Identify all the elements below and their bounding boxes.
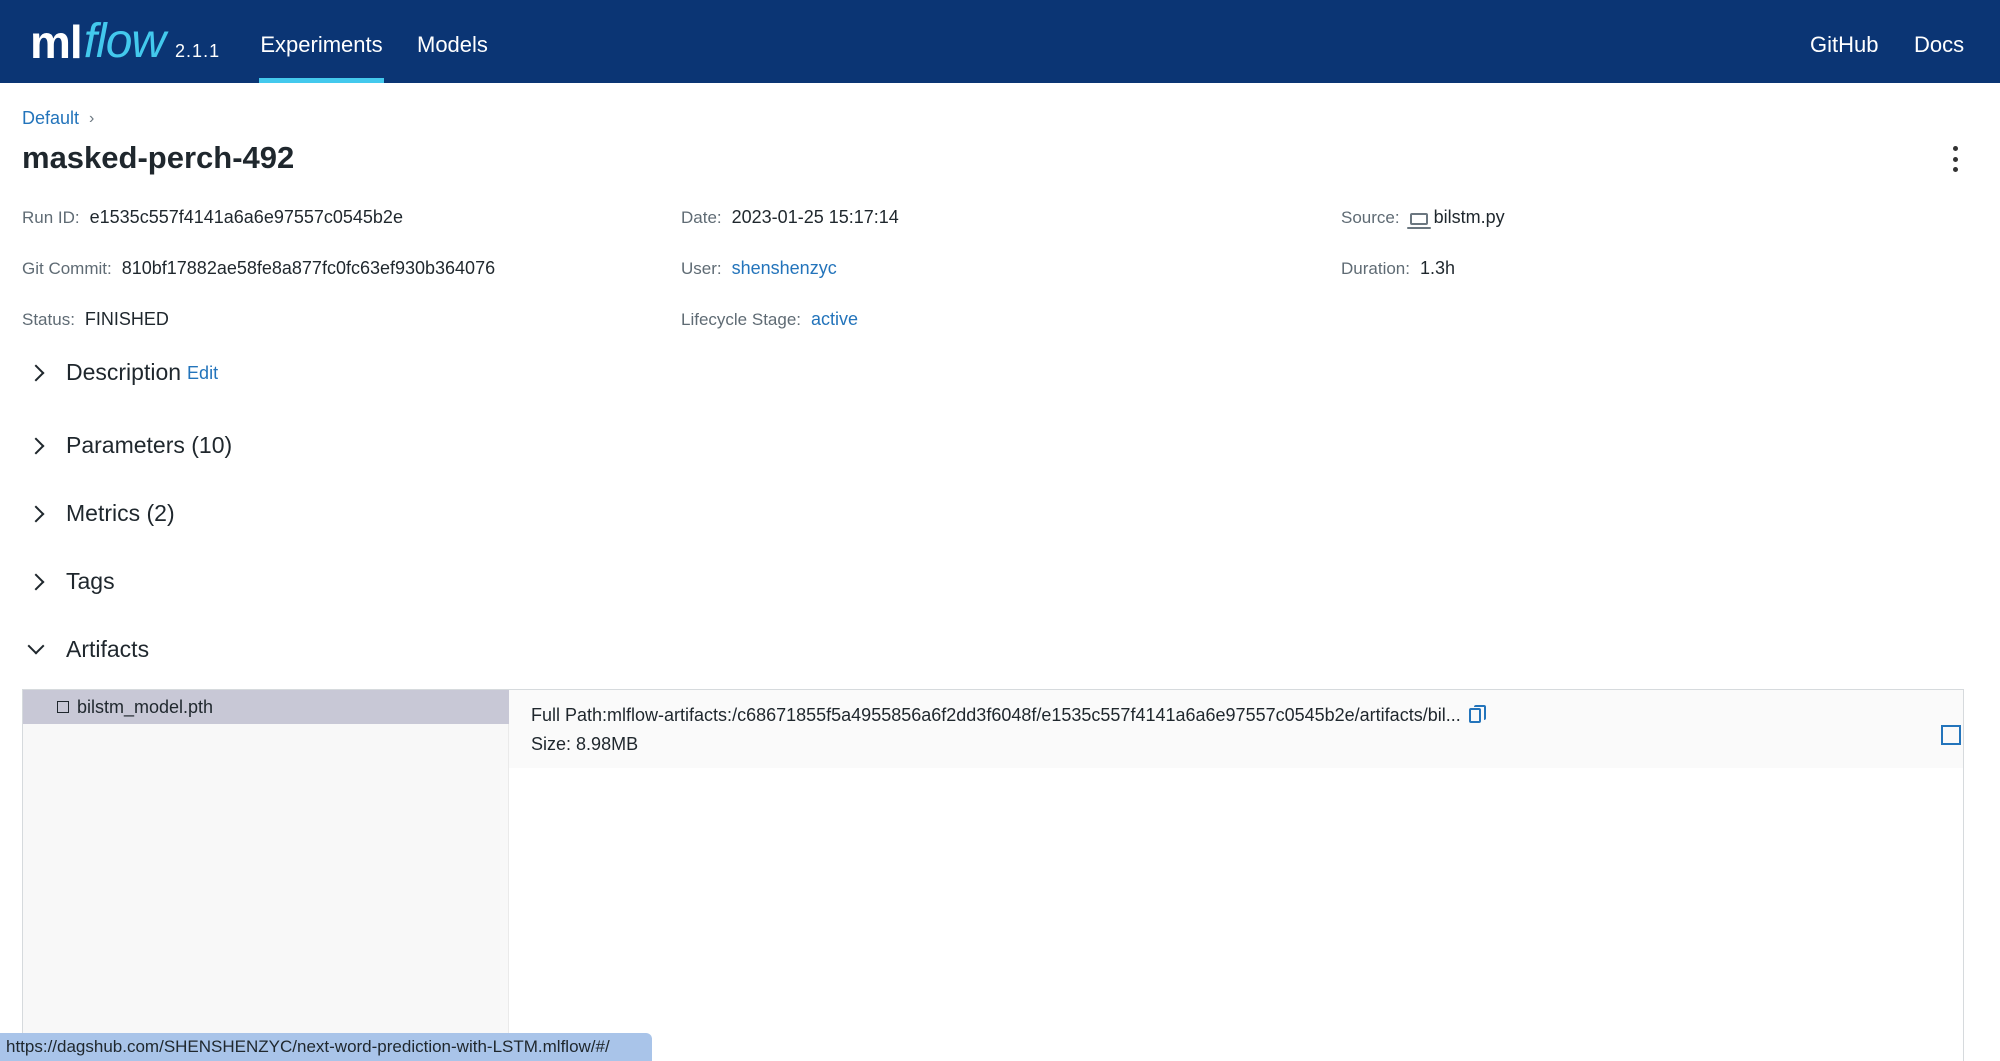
- user-label: User:: [681, 258, 722, 278]
- section-artifacts[interactable]: Artifacts: [22, 636, 149, 663]
- meta-date: Date: 2023-01-25 15:17:14: [681, 207, 899, 228]
- logo-flow-text: flow: [83, 15, 166, 68]
- page-title: masked-perch-492: [22, 140, 295, 175]
- expand-icon[interactable]: [1941, 725, 1961, 745]
- lifecycle-label: Lifecycle Stage:: [681, 309, 802, 329]
- meta-status: Status: FINISHED: [22, 309, 169, 330]
- description-edit-link[interactable]: Edit: [187, 363, 218, 384]
- date-label: Date:: [681, 207, 722, 227]
- full-path-value: mlflow-artifacts:/c68671855f5a4955856a6f…: [607, 705, 1461, 725]
- artifact-file-tree: bilstm_model.pth: [23, 690, 509, 1061]
- section-metrics[interactable]: Metrics (2): [22, 500, 175, 527]
- more-options-icon[interactable]: [1948, 146, 1962, 172]
- chevron-right-icon: [22, 434, 66, 458]
- version-label: 2.1.1: [175, 41, 221, 61]
- chevron-right-icon: [22, 361, 66, 385]
- user-link[interactable]: shenshenzyc: [732, 258, 837, 279]
- section-parameters[interactable]: Parameters (10): [22, 432, 232, 459]
- section-metrics-title: Metrics (2): [66, 500, 175, 526]
- status-label: Status:: [22, 309, 75, 329]
- meta-user: User: shenshenzyc: [681, 258, 837, 279]
- nav-docs-link[interactable]: Docs: [1914, 0, 1964, 83]
- date-value: 2023-01-25 15:17:14: [731, 207, 899, 227]
- artifact-size: Size: 8.98MB: [531, 734, 638, 755]
- size-label: Size:: [531, 734, 572, 754]
- chevron-right-icon: [22, 570, 66, 594]
- copy-icon[interactable]: [1468, 705, 1486, 723]
- mlflow-logo[interactable]: ml flow 2.1.1: [30, 14, 220, 70]
- meta-source: Source: bilstm.py: [1341, 207, 1505, 229]
- artifact-file-name: bilstm_model.pth: [77, 696, 214, 717]
- size-value: 8.98MB: [576, 734, 639, 754]
- section-description[interactable]: Description Edit: [22, 359, 218, 386]
- meta-git-commit: Git Commit: 810bf17882ae58fe8a877fc0fc63…: [22, 258, 495, 279]
- breadcrumb-experiment-link[interactable]: Default: [22, 108, 79, 129]
- browser-status-url: https://dagshub.com/SHENSHENZYC/next-wor…: [0, 1033, 652, 1061]
- artifact-file-item[interactable]: bilstm_model.pth: [23, 690, 509, 724]
- meta-lifecycle: Lifecycle Stage: active: [681, 309, 858, 330]
- artifact-details: Full Path: mlflow-artifacts:/c68671855f5…: [509, 690, 1963, 768]
- chevron-down-icon: [22, 638, 66, 662]
- run-id-label: Run ID:: [22, 207, 80, 227]
- section-description-title: Description: [66, 359, 182, 385]
- source-value: bilstm.py: [1433, 207, 1505, 227]
- breadcrumb: Default ›: [22, 108, 94, 129]
- section-artifacts-title: Artifacts: [66, 636, 150, 662]
- duration-label: Duration:: [1341, 258, 1410, 278]
- section-tags[interactable]: Tags: [22, 568, 115, 595]
- nav-models[interactable]: Models: [417, 0, 488, 83]
- nav-github-link[interactable]: GitHub: [1810, 0, 1878, 83]
- status-value: FINISHED: [84, 309, 169, 329]
- section-tags-title: Tags: [66, 568, 115, 594]
- laptop-icon: [1406, 212, 1431, 229]
- meta-run-id: Run ID: e1535c557f4141a6a6e97557c0545b2e: [22, 207, 403, 228]
- chevron-right-icon: [22, 502, 66, 526]
- source-label: Source:: [1341, 207, 1400, 227]
- breadcrumb-separator: ›: [89, 109, 95, 127]
- run-id-value: e1535c557f4141a6a6e97557c0545b2e: [89, 207, 403, 227]
- meta-duration: Duration: 1.3h: [1341, 258, 1455, 279]
- full-path-label: Full Path:: [531, 705, 608, 725]
- lifecycle-value[interactable]: active: [811, 309, 858, 330]
- nav-experiments[interactable]: Experiments: [259, 0, 384, 83]
- git-commit-value: 810bf17882ae58fe8a877fc0fc63ef930b364076: [121, 258, 496, 278]
- artifacts-panel: bilstm_model.pth Full Path: mlflow-artif…: [22, 689, 1964, 1061]
- logo-ml-text: ml: [30, 16, 83, 68]
- section-parameters-title: Parameters (10): [66, 432, 233, 458]
- artifact-full-path: Full Path: mlflow-artifacts:/c68671855f5…: [531, 705, 1486, 726]
- top-nav-bar: ml flow 2.1.1 Experiments Models GitHub …: [0, 0, 2000, 83]
- git-commit-label: Git Commit:: [22, 258, 112, 278]
- duration-value: 1.3h: [1419, 258, 1456, 278]
- file-icon: [57, 701, 69, 713]
